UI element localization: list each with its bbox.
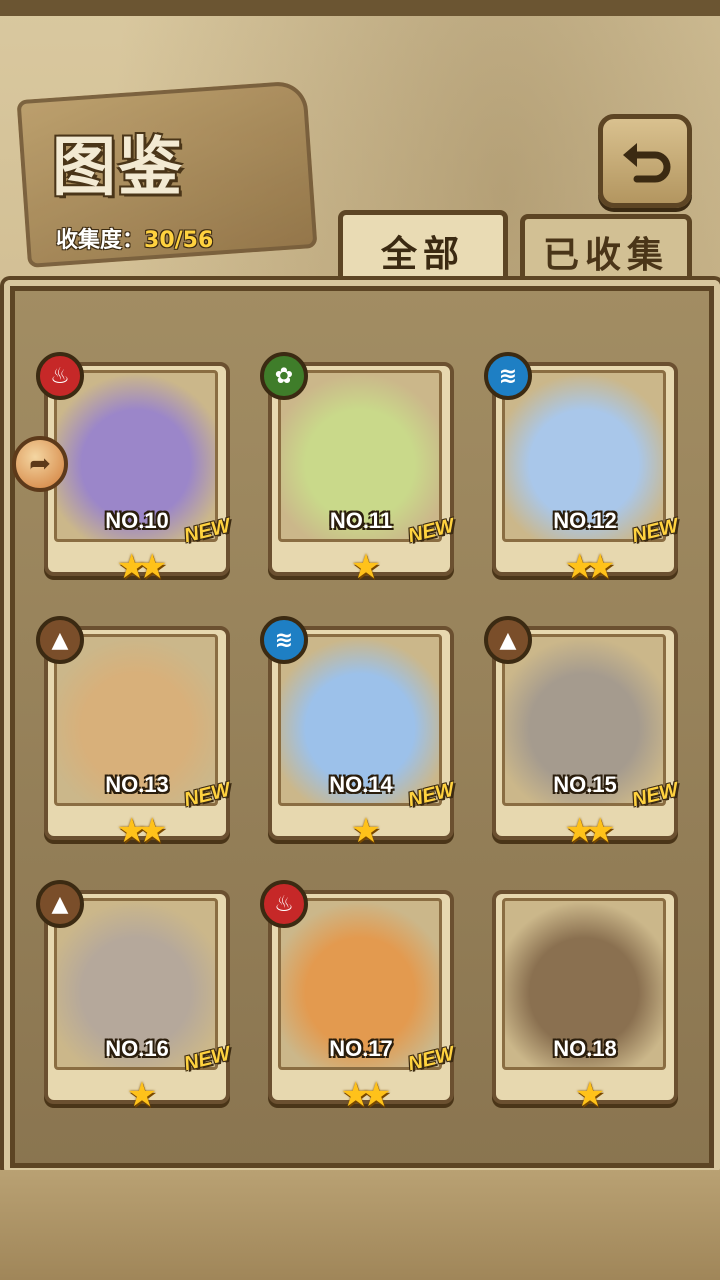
grass-icon: ✿ (260, 352, 308, 400)
star-rating: ★ (574, 1075, 605, 1115)
star-rating: ★★ (564, 547, 616, 587)
star-rating: ★ (350, 547, 381, 587)
star-rating: ★★ (564, 811, 616, 851)
earth-icon: ▲ (36, 880, 84, 928)
star-rating: ★ (350, 811, 381, 851)
star-rating: ★★ (340, 1075, 392, 1115)
water-icon: ≋ (484, 352, 532, 400)
monster-card[interactable]: ≋ NO.12 NEW ★★ (484, 352, 681, 584)
monster-card[interactable]: ▲ NO.13 NEW ★★ (36, 616, 233, 848)
monster-card[interactable]: ♨ NO.10 NEW ★★ (36, 352, 233, 584)
fire-icon: ♨ (260, 880, 308, 928)
top-border (0, 0, 720, 16)
return-arrow-icon (623, 143, 671, 183)
tab-collected[interactable]: 已收集 (520, 214, 692, 285)
star-rating: ★ (126, 1075, 157, 1115)
back-button[interactable] (598, 114, 692, 208)
monster-card[interactable]: ▲ NO.15 NEW ★★ (484, 616, 681, 848)
monster-card[interactable]: ≋ NO.14 NEW ★ (260, 616, 457, 848)
page-title: 图鉴 (52, 130, 184, 205)
arrow-icon: ➦ (29, 449, 51, 479)
star-rating: ★★ (116, 547, 168, 587)
card-number: NO.18 (553, 1036, 617, 1061)
monster-card[interactable]: ✿ NO.11 NEW ★ (260, 352, 457, 584)
collection-progress: 收集度：30/56 (56, 222, 213, 254)
fire-icon: ♨ (36, 352, 84, 400)
star-rating: ★★ (116, 811, 168, 851)
earth-icon: ▲ (484, 616, 532, 664)
collection-value: 30/56 (144, 228, 214, 253)
side-arrow-button[interactable]: ➦ (12, 436, 68, 492)
tab-all[interactable]: 全部 (338, 210, 508, 287)
collection-label: 收集度： (56, 228, 145, 253)
monster-card[interactable]: NO.18 ★ (492, 890, 678, 1112)
water-icon: ≋ (260, 616, 308, 664)
monster-card[interactable]: ♨ NO.17 NEW ★★ (260, 880, 457, 1112)
bottom-area (0, 1170, 720, 1280)
monster-card[interactable]: ▲ NO.16 NEW ★ (36, 880, 233, 1112)
earth-icon: ▲ (36, 616, 84, 664)
